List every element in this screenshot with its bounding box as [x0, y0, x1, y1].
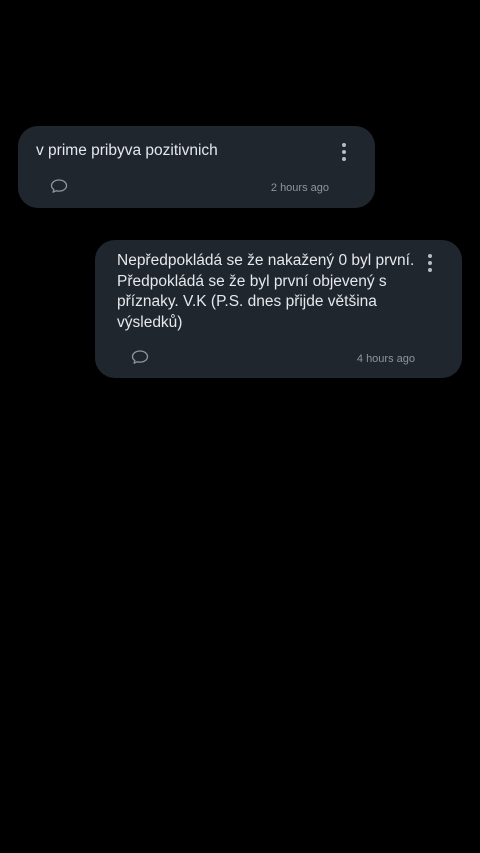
menu-dot: [342, 157, 346, 161]
menu-dot: [428, 268, 432, 272]
menu-dot: [342, 150, 346, 154]
menu-dot: [428, 254, 432, 258]
comment-text: v prime pribyva pozitivnich: [36, 142, 218, 159]
more-vertical-icon[interactable]: [334, 140, 354, 164]
comment-timestamp: 2 hours ago: [270, 182, 329, 194]
menu-dot: [342, 143, 346, 147]
comment-card[interactable]: Nepředpokládá se že nakažený 0 byl první…: [95, 240, 462, 378]
speech-bubble-icon[interactable]: [131, 349, 149, 365]
comment-text: Nepředpokládá se že nakažený 0 byl první…: [117, 252, 415, 331]
comment-timestamp: 4 hours ago: [356, 353, 415, 365]
speech-bubble-icon[interactable]: [50, 178, 68, 194]
comments-screen: v prime pribyva pozitivnich 2 hours ago …: [0, 0, 480, 853]
comment-card[interactable]: v prime pribyva pozitivnich 2 hours ago: [18, 126, 375, 208]
menu-dot: [428, 261, 432, 265]
more-vertical-icon[interactable]: [420, 251, 440, 275]
